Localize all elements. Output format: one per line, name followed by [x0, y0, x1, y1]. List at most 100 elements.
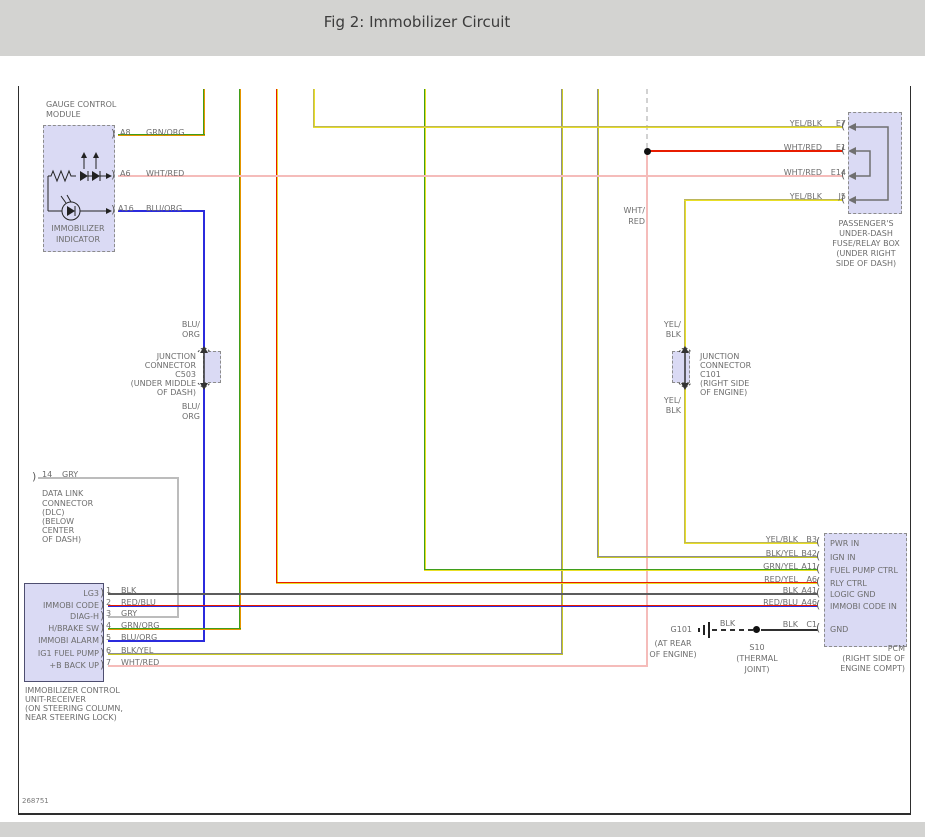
wire-c1-blk [761, 629, 818, 631]
fuse-pin-e14: E14 [830, 168, 846, 177]
pcm-int-logic-gnd: LOGIC GND [830, 590, 876, 599]
wire-gry-vertical [177, 477, 179, 617]
immob-wire-5: BLU/ORG [121, 633, 158, 642]
pcm-int-rly-ctrl: RLY CTRL [830, 579, 867, 588]
fuse-wire-e1: WHT/RED [783, 143, 822, 152]
fuse-caption-2: UNDER-DASH [839, 229, 893, 238]
indicator-caption-2: INDICATOR [55, 235, 101, 244]
immob-caption-2: UNIT-RECEIVER [25, 695, 86, 704]
pcm-wire-b42: BLK/YEL [765, 549, 798, 558]
wire-red-yel-vertical [276, 89, 278, 583]
page-title: Fig 2: Immobilizer Circuit [323, 13, 511, 31]
dlc-caption-1: DATA LINK [42, 489, 84, 498]
junction-c503-arrow-icon [197, 346, 211, 390]
immob-label-4: H/BRAKE SW [48, 624, 99, 633]
dlc-bracket: ) [32, 470, 37, 483]
c101-wire-below-1: YEL/ [663, 396, 681, 405]
pcm-wire-a41: BLK [782, 586, 798, 595]
fuse-wire-e14: WHT/RED [783, 168, 822, 177]
ground-wire-label: BLK [719, 619, 736, 628]
immob-label-1: LG3 [83, 589, 99, 598]
c503-label-5: OF DASH) [156, 388, 196, 397]
frame-bottom [18, 813, 911, 815]
indicator-caption-1: IMMOBILIZER [51, 224, 105, 233]
immob-bracket-1: ) [100, 586, 105, 599]
c503-label-1: JUNCTION [156, 352, 196, 361]
splice-name: S10 [749, 643, 765, 652]
pcm-wire-a6: RED/YEL [764, 575, 798, 584]
immob-bracket-4: ) [100, 621, 105, 634]
immob-num-7: 7 [106, 658, 112, 667]
c503-label-3: C503 [175, 370, 196, 379]
immob-label-5: IMMOBI ALARM [38, 636, 99, 645]
immob-label-7: +B BACK UP [49, 661, 99, 670]
wire-continuation-dashed [646, 89, 648, 150]
c101-label-2: CONNECTOR [700, 361, 752, 370]
pcm-pin-b42: B42 [801, 549, 817, 558]
fuse-caption-3: FUSE/RELAY BOX [832, 239, 900, 248]
gauge-wire-a8: GRN/ORG [146, 128, 185, 137]
immob-num-6: 6 [106, 646, 112, 655]
wire-pin1-blk [108, 593, 818, 595]
c503-label-2: CONNECTOR [144, 361, 196, 370]
bottom-bar [0, 822, 925, 837]
immob-caption-3: (ON STEERING COLUMN, [25, 704, 123, 713]
pcm-wire-a11: GRN/YEL [763, 562, 798, 571]
fuse-caption-5: SIDE OF DASH) [835, 259, 897, 268]
immob-wire-4: GRN/ORG [121, 621, 160, 630]
gauge-pin-bracket-a8: ) [111, 127, 116, 140]
immob-bracket-6: ) [100, 646, 105, 659]
gauge-wire-a16: BLU/ORG [146, 204, 183, 213]
ground-name: G101 [670, 625, 692, 634]
pcm-pin-b3: B3 [806, 535, 817, 544]
c503-wire-below-1: BLU/ [181, 402, 200, 411]
gauge-wire-a6: WHT/RED [146, 169, 185, 178]
c503-wire-above-1: BLU/ [181, 320, 200, 329]
immob-label-6: IG1 FUEL PUMP [37, 649, 99, 658]
immob-num-3: 3 [106, 609, 112, 618]
wire-blk-yel-vertical-2 [597, 89, 599, 557]
dlc-caption-6: OF DASH) [42, 535, 82, 544]
pcm-int-gnd: GND [830, 625, 849, 634]
pcm-wire-b3: YEL/BLK [765, 535, 798, 544]
fuse-pin-e1: E1 [835, 143, 846, 152]
c101-wire-below-2: BLK [665, 406, 681, 415]
c503-wire-below-2: ORG [181, 412, 200, 421]
pcm-int-fuel-pump: FUEL PUMP CTRL [830, 566, 898, 575]
fuse-wire-j5: YEL/BLK [789, 192, 822, 201]
immob-wire-3: GRY [121, 609, 138, 618]
figure-code: 268751 [22, 797, 49, 805]
immob-label-3: DIAG-H [70, 612, 99, 621]
c101-label-3: C101 [700, 370, 721, 379]
fuse-pin-e7: E7 [835, 119, 846, 128]
ground-caption-2: OF ENGINE) [649, 650, 697, 659]
ground-caption-1: (AT REAR [654, 639, 692, 648]
immob-wire-6: BLK/YEL [121, 646, 154, 655]
c503-wire-above-2: ORG [181, 330, 200, 339]
pcm-pin-a6: A6 [806, 575, 817, 584]
gauge-pin-a6: A6 [120, 169, 131, 178]
gauge-module-name-2: MODULE [46, 110, 81, 119]
pcm-pin-c1: C1 [806, 620, 817, 629]
dlc-caption-5: CENTER [42, 526, 75, 535]
immob-wire-2: RED/BLU [121, 598, 156, 607]
immob-bracket-7: ) [100, 658, 105, 671]
fuse-pin-j5: J5 [838, 192, 846, 201]
fuse-caption-1: PASSENGER'S [838, 219, 894, 228]
fuse-wire-e7: YEL/BLK [789, 119, 822, 128]
dlc-caption-3: (DLC) [42, 508, 65, 517]
pcm-pin-a46: A46 [801, 598, 817, 607]
dlc-pin: 14 [42, 470, 53, 479]
wiring-diagram-page: Fig 2: Immobilizer Circuit GAUGE CONTROL… [0, 0, 925, 837]
pcm-caption-2: (RIGHT SIDE OF [842, 654, 905, 663]
immob-caption-1: IMMOBILIZER CONTROL [25, 686, 120, 695]
wire-g101-blk-dashed [712, 629, 756, 631]
wire-pin7-wht-red [108, 665, 648, 667]
immob-num-4: 4 [106, 621, 112, 630]
pcm-wire-c1: BLK [782, 620, 798, 629]
c101-wire-above-1: YEL/ [663, 320, 681, 329]
wire-pin6-blk-yel [108, 653, 563, 655]
fuse-caption-4: (UNDER RIGHT [836, 249, 896, 258]
c101-wire-above-2: BLK [665, 330, 681, 339]
pcm-caption-1: PCM [887, 644, 905, 653]
